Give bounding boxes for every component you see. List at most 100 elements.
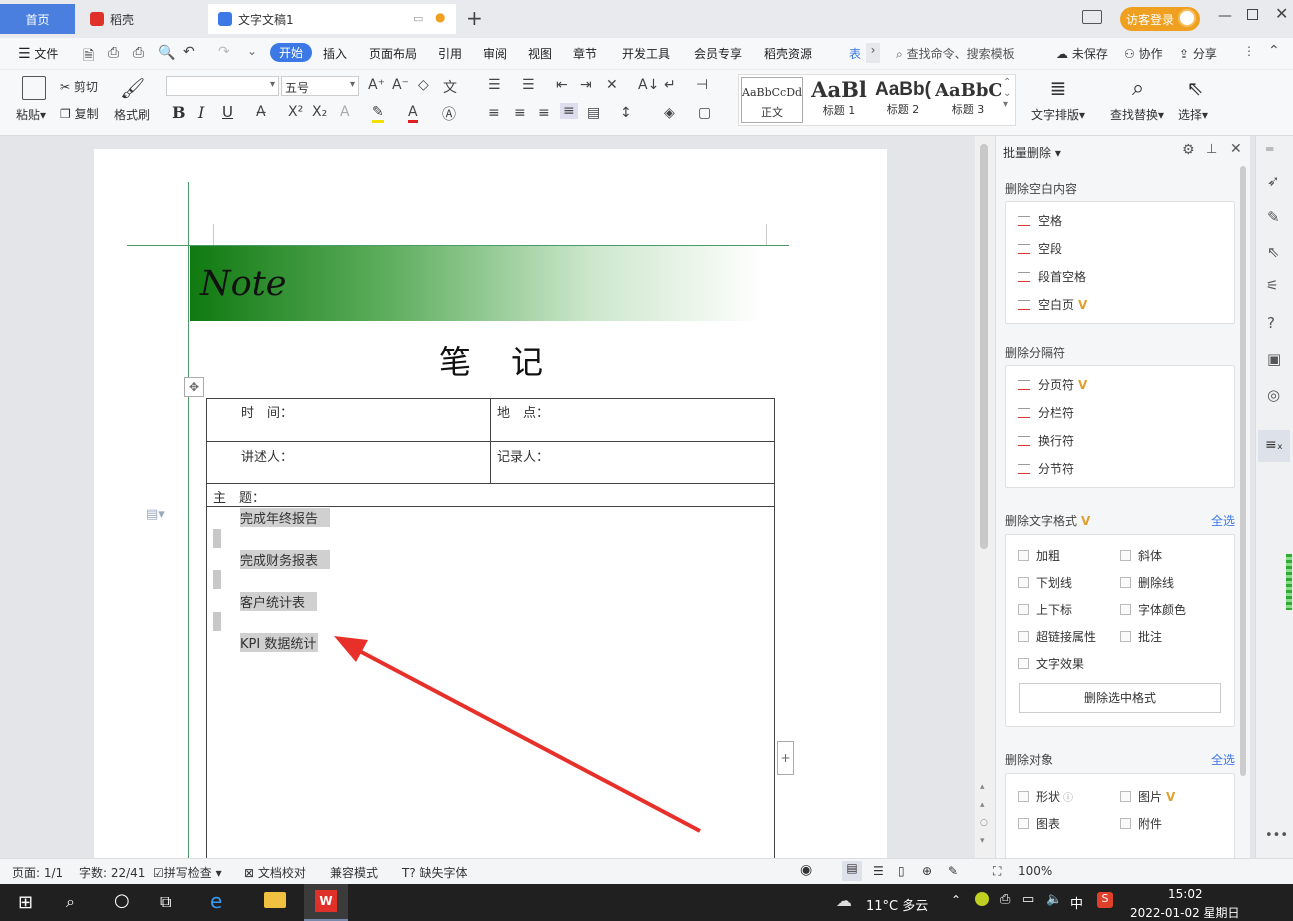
cursor-icon[interactable]: ⇖ [1183, 76, 1207, 100]
word-count[interactable]: 字数: 22/41 [79, 864, 145, 881]
more-dropdown-icon[interactable]: ⌄ [247, 44, 257, 58]
delete-column-breaks[interactable]: 分栏符 [1018, 404, 1074, 421]
weather-text[interactable]: 11°C 多云 [866, 895, 928, 914]
tab-page-layout[interactable]: 页面布局 [369, 45, 417, 62]
format-painter-button[interactable]: 格式刷 [114, 106, 150, 123]
tab-stops-icon[interactable]: ⊣ [696, 77, 708, 93]
sort-icon[interactable]: A↓ [638, 77, 659, 93]
missing-font-button[interactable]: T? 缺失字体 [402, 864, 468, 881]
save-icon[interactable]: 🗎 [83, 45, 94, 69]
brush-icon[interactable]: 🖌 [120, 76, 145, 100]
object-attachment-checkbox[interactable]: 附件 [1120, 815, 1162, 832]
minimize-button[interactable]: — [1218, 8, 1232, 24]
object-shape-checkbox[interactable]: 形状 ⓘ [1018, 788, 1073, 805]
italic-button[interactable]: I [198, 103, 204, 122]
font-color-icon[interactable]: A [408, 104, 418, 123]
task-view-icon[interactable]: ⧉ [160, 892, 171, 912]
write-view-icon[interactable]: ✎ [948, 864, 958, 878]
checkbox[interactable] [1018, 631, 1029, 642]
subscript-icon[interactable]: X₂ [312, 104, 327, 120]
redo-icon[interactable]: ↷ [218, 44, 230, 60]
text-layout-icon[interactable]: ≣ [1046, 76, 1070, 100]
tab-member[interactable]: 会员专享 [694, 45, 742, 62]
read-view-icon[interactable]: ▯ [898, 864, 905, 878]
align-left-icon[interactable]: ≡ [488, 105, 500, 121]
select-all-objects-link[interactable]: 全选 [1211, 751, 1235, 768]
pointer-icon[interactable]: ⇖ [1267, 243, 1280, 261]
scroll-next-icon[interactable]: ▾ [980, 836, 985, 846]
strikethrough-icon[interactable]: A̶ [256, 104, 266, 120]
distribute-icon[interactable]: ▤ [587, 105, 600, 121]
file-explorer-icon[interactable] [264, 892, 286, 908]
paste-icon[interactable] [22, 76, 46, 100]
clear-format-icon[interactable]: ◇ [418, 77, 429, 93]
style-scroll-icon[interactable]: ⌃ ⌄ ▾ [1003, 77, 1011, 110]
tray-app-icon[interactable] [975, 892, 989, 906]
select-all-format-link[interactable]: 全选 [1211, 512, 1235, 529]
page-view-icon[interactable]: ▤ [842, 861, 862, 881]
unsaved-button[interactable]: ☁ 未保存 [1056, 45, 1108, 62]
sidebar-menu-icon[interactable]: ═ [1266, 142, 1273, 156]
rocket-icon[interactable]: ➶ [1267, 172, 1280, 190]
text-effect-icon[interactable]: A [340, 104, 350, 120]
file-menu[interactable]: ☰ 文件 [18, 45, 58, 62]
tab-reference[interactable]: 引用 [438, 45, 462, 62]
tab-developer[interactable]: 开发工具 [622, 45, 670, 62]
decrease-indent-icon[interactable]: ⇤ [556, 77, 568, 93]
checkbox[interactable] [1018, 604, 1029, 615]
outline-view-icon[interactable]: ☰ [873, 864, 884, 878]
eye-protect-icon[interactable]: ◉ [800, 862, 812, 878]
format-strike-checkbox[interactable]: 删除线 [1120, 574, 1174, 591]
fit-page-icon[interactable]: ⛶ [993, 864, 1001, 879]
increase-indent-icon[interactable]: ⇥ [580, 77, 592, 93]
spell-check-button[interactable]: ☑拼写检查 ▾ [153, 864, 222, 881]
table-cell-time[interactable]: 时 间： [206, 398, 491, 442]
checkbox[interactable] [1018, 658, 1029, 669]
pin-icon[interactable]: ⊥ [1206, 142, 1217, 157]
sogou-icon[interactable]: S [1097, 892, 1113, 908]
numbered-list-icon[interactable]: ☰ [522, 77, 535, 93]
clock-date[interactable]: 2022-01-02 星期日 [1130, 904, 1240, 921]
tray-expand-icon[interactable]: ⌃ [951, 893, 961, 907]
page-count[interactable]: 页面: 1/1 [12, 864, 63, 881]
scroll-prev-icon[interactable]: ▴ [980, 800, 985, 810]
collab-button[interactable]: ⚇ 协作 [1124, 45, 1163, 62]
scroll-circle-icon[interactable]: ○ [980, 818, 988, 828]
style-normal[interactable]: AaBbCcDd 正文 [741, 77, 803, 123]
window-layout-icon[interactable] [1082, 10, 1102, 24]
paste-button[interactable]: 粘贴▾ [16, 106, 46, 123]
scroll-thumb[interactable] [980, 144, 988, 549]
underline-button[interactable]: U [222, 103, 233, 121]
justify-icon[interactable]: ≡ [560, 103, 578, 119]
windows-start-icon[interactable]: ⊞ [18, 892, 33, 913]
font-size-select[interactable]: 五号 ▾ [281, 76, 359, 96]
close-window-button[interactable]: ✕ [1275, 4, 1288, 23]
delete-empty-paragraphs[interactable]: 空段 [1018, 240, 1062, 257]
font-name-select[interactable]: ▾ [166, 76, 279, 96]
delete-blank-pages[interactable]: 空白页 V [1018, 296, 1087, 313]
web-view-icon[interactable]: ⊕ [922, 864, 932, 878]
find-icon[interactable]: ⌕ [1126, 76, 1150, 101]
tab-daoke-resource[interactable]: 稻壳资源 [764, 45, 812, 62]
tab-daoke[interactable]: 稻壳 [80, 4, 205, 34]
align-center-icon[interactable]: ≡ [514, 105, 526, 121]
format-underline-checkbox[interactable]: 下划线 [1018, 574, 1072, 591]
undo-icon[interactable]: ↶ [183, 44, 195, 60]
panel-scrollbar[interactable] [1240, 166, 1246, 776]
shrink-font-icon[interactable]: A⁻ [392, 77, 409, 93]
style-heading3[interactable]: AaBbC 标题 3 [935, 77, 1001, 123]
export-pdf-icon[interactable]: ⎙ [108, 45, 119, 61]
checkbox[interactable] [1120, 550, 1131, 561]
printer-tray-icon[interactable]: ⎙ [1000, 892, 1010, 907]
vertical-scrollbar[interactable]: ▴ ▴ ○ ▾ [975, 136, 995, 858]
format-hyperlink-checkbox[interactable]: 超链接属性 [1018, 628, 1096, 645]
highlight-icon[interactable]: ✎ [372, 104, 384, 123]
checkbox[interactable] [1120, 604, 1131, 615]
format-italic-checkbox[interactable]: 斜体 [1120, 547, 1162, 564]
new-tab-button[interactable]: + [466, 6, 483, 30]
style-heading1[interactable]: AaBl 标题 1 [807, 77, 871, 123]
tab-view[interactable]: 视图 [528, 45, 552, 62]
more-horizontal-icon[interactable]: ••• [1265, 828, 1288, 843]
table-cell-speaker[interactable]: 讲述人： [206, 441, 491, 484]
search-command[interactable]: ⌕ 查找命令、搜索模板 [896, 45, 1015, 62]
